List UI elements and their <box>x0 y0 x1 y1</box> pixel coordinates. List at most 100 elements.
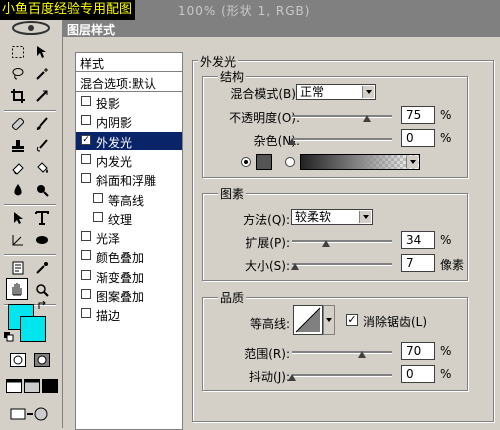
noise-slider-thumb[interactable] <box>288 138 296 145</box>
screen-mode-full-menu-icon[interactable] <box>22 376 42 396</box>
chevron-down-icon[interactable] <box>406 156 418 168</box>
spread-input[interactable]: 34 <box>401 231 435 249</box>
solid-color-radio[interactable] <box>241 157 251 167</box>
slice-tool-icon[interactable] <box>32 86 52 106</box>
style-item[interactable]: 投影 <box>76 93 182 111</box>
style-item-checkbox[interactable]: ✓ <box>81 134 91 145</box>
style-item-checkbox[interactable] <box>81 289 91 299</box>
style-item-label: 光泽 <box>96 232 121 247</box>
style-item[interactable]: 等高线 <box>76 190 182 208</box>
screen-mode-full-icon[interactable] <box>40 376 60 396</box>
style-item-checkbox[interactable] <box>93 192 103 203</box>
noise-input[interactable]: 0 <box>401 129 435 147</box>
clone-stamp-tool-icon[interactable] <box>8 136 28 156</box>
swap-colors-icon[interactable] <box>36 300 48 312</box>
move-tool-icon[interactable] <box>32 42 52 62</box>
standard-mode-icon[interactable] <box>8 350 28 370</box>
range-unit: % <box>440 344 452 358</box>
spread-slider[interactable] <box>292 235 392 249</box>
blending-options-item[interactable]: 混合选项:默认 <box>76 72 182 92</box>
style-item-checkbox[interactable] <box>81 173 91 184</box>
technique-select[interactable]: 较柔软 <box>291 209 373 225</box>
size-slider-thumb[interactable] <box>290 263 299 270</box>
marquee-tool-icon[interactable] <box>8 42 28 62</box>
style-item-checkbox[interactable] <box>81 153 91 164</box>
gradient-picker[interactable] <box>300 154 420 170</box>
screen-mode-standard-icon[interactable] <box>4 376 24 396</box>
style-item[interactable]: 颜色叠加 <box>76 247 182 265</box>
elements-title: 图素 <box>218 185 247 202</box>
style-item-label: 内阴影 <box>96 116 133 131</box>
antialias-checkbox[interactable]: ✓ <box>346 314 358 326</box>
style-item-checkbox[interactable] <box>81 115 91 126</box>
style-item-label: 外发光 <box>96 135 133 150</box>
opacity-slider[interactable] <box>292 110 392 124</box>
range-input[interactable]: 70 <box>401 342 435 360</box>
jitter-slider-thumb[interactable] <box>288 374 296 381</box>
style-item[interactable]: ✓ 外发光 <box>76 131 182 150</box>
range-slider-thumb[interactable] <box>358 351 366 358</box>
default-colors-icon[interactable] <box>4 332 14 342</box>
dodge-tool-icon[interactable] <box>32 180 52 200</box>
styles-header[interactable]: 样式 <box>76 53 182 72</box>
blend-mode-select[interactable]: 正常 <box>296 84 376 100</box>
zoom-tool-icon[interactable] <box>32 280 52 300</box>
eyedropper-tool-icon[interactable] <box>32 258 52 278</box>
style-item[interactable]: 纹理 <box>76 209 182 227</box>
background-color-swatch[interactable] <box>20 316 46 342</box>
quick-mask-mode-icon[interactable] <box>32 350 52 370</box>
style-item[interactable]: 内阴影 <box>76 112 182 130</box>
path-selection-tool-icon[interactable] <box>8 208 28 228</box>
gradient-radio[interactable] <box>285 157 295 167</box>
size-input[interactable]: 7 <box>401 254 435 272</box>
crop-tool-icon[interactable] <box>8 86 28 106</box>
style-item[interactable]: 描边 <box>76 305 182 323</box>
hand-tool-icon[interactable] <box>6 278 28 300</box>
noise-label: 杂色(N): <box>253 134 300 148</box>
style-item-checkbox[interactable] <box>81 269 91 280</box>
healing-brush-tool-icon[interactable] <box>8 114 28 134</box>
style-item[interactable]: 图案叠加 <box>76 286 182 304</box>
style-item[interactable]: 斜面和浮雕 <box>76 170 182 188</box>
toolbox-header-icon[interactable] <box>10 20 52 36</box>
jump-to-imageready-icon[interactable] <box>8 404 52 424</box>
styles-header-label: 样式 <box>80 57 105 71</box>
style-item-checkbox[interactable] <box>81 250 91 261</box>
opacity-slider-thumb[interactable] <box>363 115 371 122</box>
noise-slider[interactable] <box>288 133 392 147</box>
pen-tool-icon[interactable] <box>8 230 28 250</box>
jitter-input[interactable]: 0 <box>401 365 435 383</box>
dialog-title: 图层样式 <box>67 23 116 37</box>
opacity-input[interactable]: 75 <box>401 106 435 124</box>
notes-tool-icon[interactable] <box>8 258 28 278</box>
style-item-label: 投影 <box>96 97 121 111</box>
eraser-tool-icon[interactable] <box>8 158 28 178</box>
style-item[interactable]: 光泽 <box>76 228 182 246</box>
style-item-checkbox[interactable] <box>81 96 91 106</box>
style-item-checkbox[interactable] <box>81 231 91 242</box>
style-item-checkbox[interactable] <box>93 211 103 222</box>
contour-dropdown-button[interactable] <box>323 305 335 335</box>
style-item-checkbox[interactable] <box>81 308 91 319</box>
brush-tool-icon[interactable] <box>32 114 52 134</box>
style-item[interactable]: 内发光 <box>76 151 182 169</box>
magic-wand-tool-icon[interactable] <box>32 64 52 84</box>
paint-bucket-tool-icon[interactable] <box>32 158 52 178</box>
lasso-tool-icon[interactable] <box>8 64 28 84</box>
type-tool-icon[interactable] <box>32 208 52 228</box>
blur-tool-icon[interactable] <box>8 180 28 200</box>
range-slider[interactable] <box>292 346 392 360</box>
glow-color-swatch[interactable] <box>256 154 272 170</box>
style-item-label: 等高线 <box>108 193 145 208</box>
history-brush-tool-icon[interactable] <box>32 136 52 156</box>
range-label: 范围(R): <box>244 347 290 361</box>
contour-picker[interactable] <box>293 305 323 335</box>
spread-slider-thumb[interactable] <box>322 240 330 247</box>
ellipse-tool-icon[interactable] <box>32 230 52 250</box>
chevron-down-icon <box>362 86 374 98</box>
dialog-title-bar: 图层样式 <box>63 20 500 37</box>
size-slider[interactable] <box>290 258 392 272</box>
style-item[interactable]: 渐变叠加 <box>76 267 182 285</box>
jitter-slider[interactable] <box>288 369 392 383</box>
noise-unit: % <box>440 131 452 145</box>
